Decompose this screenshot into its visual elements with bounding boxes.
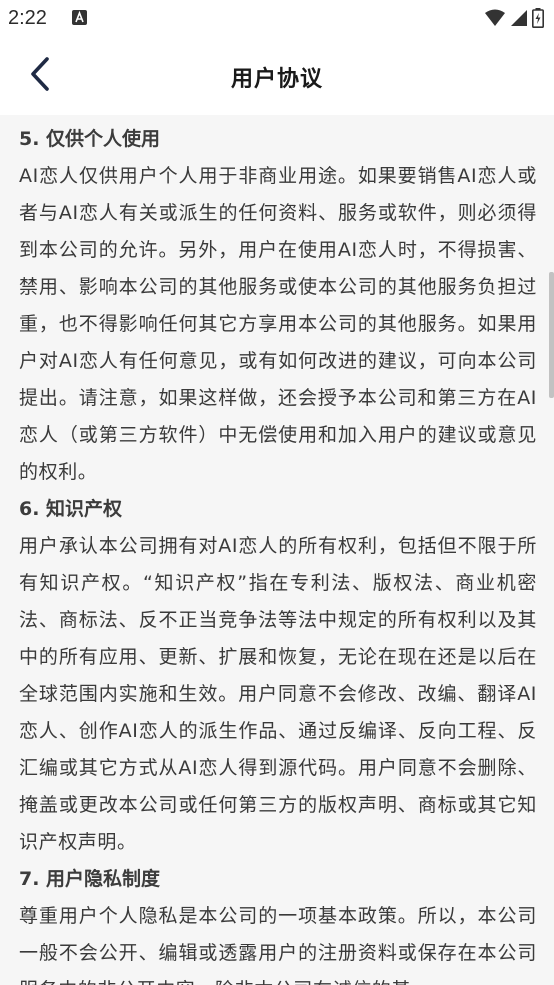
section-heading: 5. 仅供个人使用 (19, 128, 161, 150)
section-body: 尊重用户个人隐私是本公司的一项基本政策。所以，本公司一般不会公开、编辑或透露用户… (19, 905, 537, 985)
scrollbar[interactable] (549, 272, 554, 398)
section-heading: 7. 用户隐私制度 (19, 868, 161, 890)
agreement-content[interactable]: 5. 仅供个人使用 AI恋人仅供用户个人用于非商业用途。如果要销售AI恋人或者与… (0, 115, 554, 985)
section-heading: 6. 知识产权 (19, 498, 123, 520)
agreement-article: 5. 仅供个人使用 AI恋人仅供用户个人用于非商业用途。如果要销售AI恋人或者与… (19, 121, 537, 985)
screen: 2:22 用户协议 5. 仅供个人使用 AI恋人仅供用户个人用于非商业用途。如果… (0, 0, 554, 985)
battery-icon (532, 8, 544, 28)
wifi-icon (485, 9, 505, 26)
section-body: AI恋人仅供用户个人用于非商业用途。如果要销售AI恋人或者与AI恋人有关或派生的… (19, 165, 537, 483)
signal-icon (511, 10, 527, 26)
notification-icon (72, 10, 87, 25)
section-body: 用户承认本公司拥有对AI恋人的所有权利，包括但不限于所有知识产权。“知识产权”指… (19, 535, 537, 853)
status-bar: 2:22 (0, 0, 554, 38)
status-icons (484, 8, 544, 28)
page-title: 用户协议 (230, 67, 323, 92)
app-bar: 用户协议 (0, 38, 554, 115)
status-time: 2:22 (8, 7, 47, 29)
